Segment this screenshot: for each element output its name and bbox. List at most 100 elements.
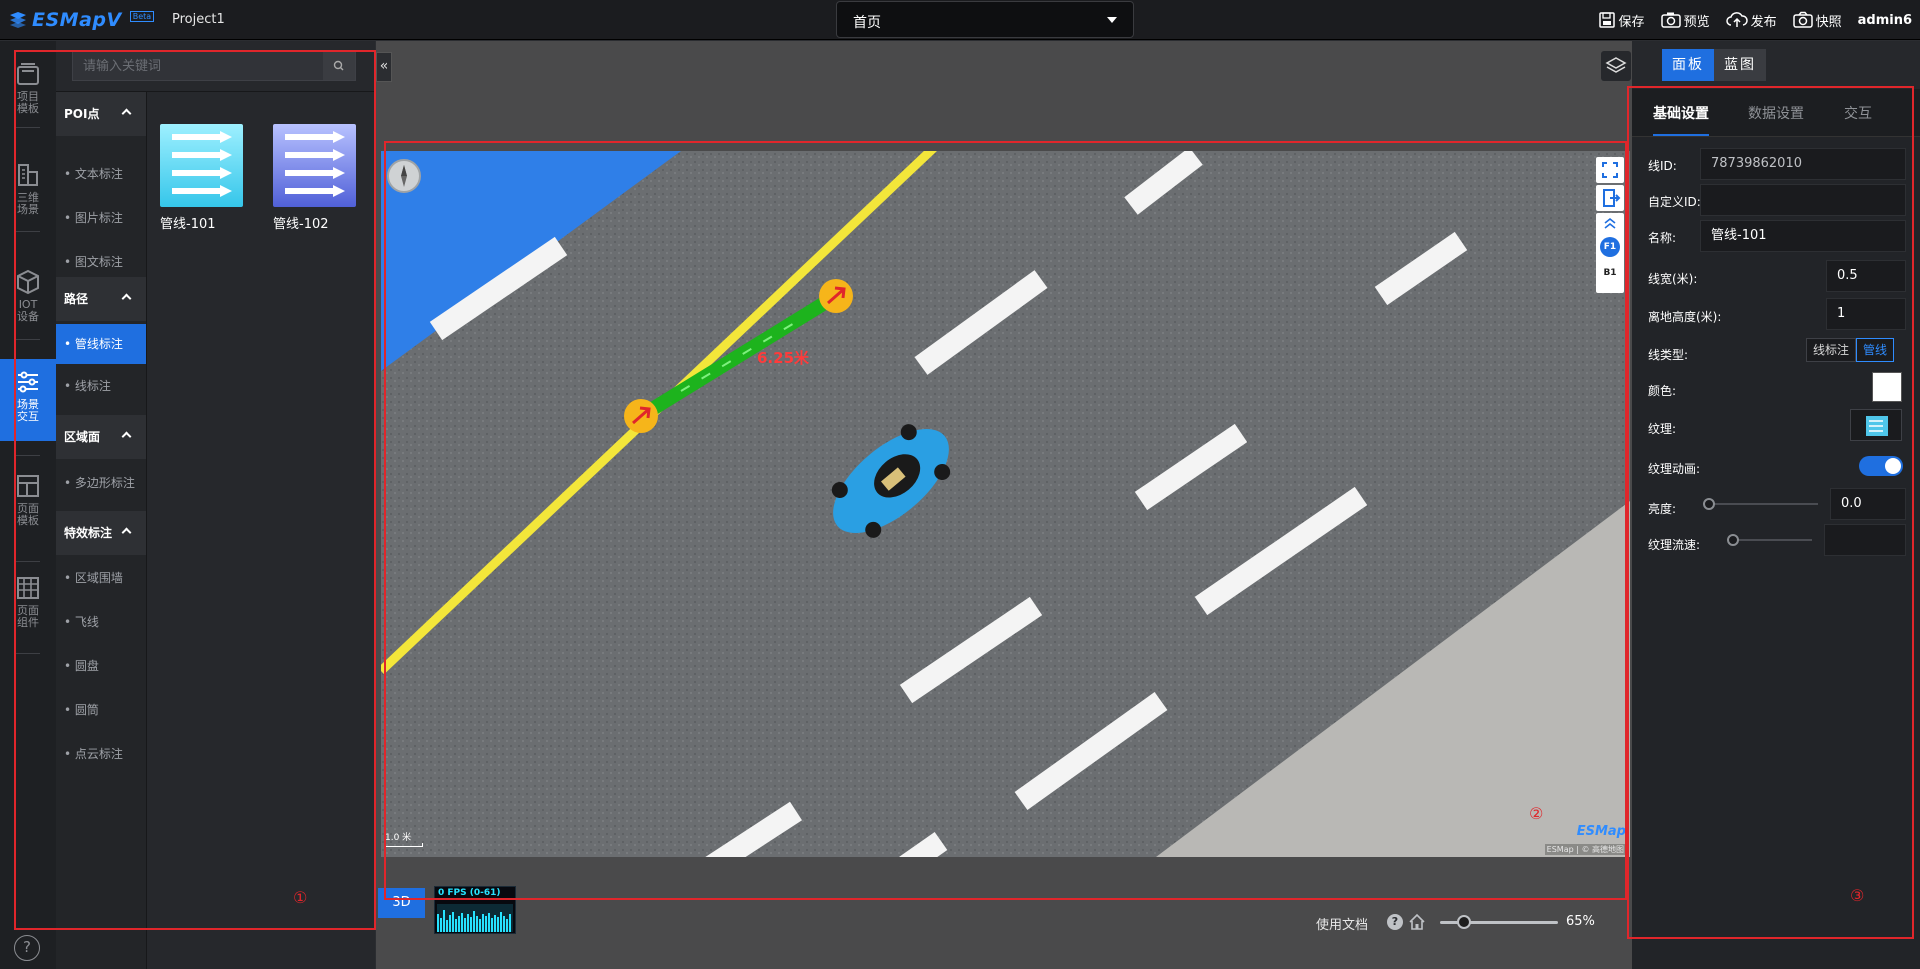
category-item-area-wall[interactable]: • 区域围墙 bbox=[56, 558, 146, 598]
name-field[interactable]: 管线-101 bbox=[1700, 220, 1906, 252]
height-field[interactable]: 1 bbox=[1826, 298, 1906, 330]
fullscreen-button[interactable] bbox=[1596, 157, 1624, 183]
snapshot-button[interactable]: 快照 bbox=[1792, 11, 1842, 30]
texture-anim-toggle[interactable] bbox=[1859, 456, 1903, 476]
category-item-label: 图片标注 bbox=[74, 211, 123, 225]
category-item-flyline[interactable]: • 飞线 bbox=[56, 602, 146, 642]
annotation-number-1: ① bbox=[293, 888, 308, 907]
category-header-poi[interactable]: POI点 bbox=[56, 92, 146, 136]
asset-card-pipeline-102[interactable]: 管线-102 bbox=[273, 124, 359, 232]
layers-button[interactable] bbox=[1601, 51, 1631, 81]
flow-speed-slider-track[interactable] bbox=[1732, 539, 1812, 541]
category-item-disc[interactable]: • 圆盘 bbox=[56, 646, 146, 686]
save-icon bbox=[1598, 12, 1615, 28]
properties-body: 基础设置 数据设置 交互 线ID: 78739862010 自定义ID: 名称:… bbox=[1632, 89, 1920, 969]
camera-icon bbox=[1660, 12, 1681, 28]
height-label: 离地高度(米): bbox=[1648, 310, 1722, 324]
zoom-slider-handle[interactable] bbox=[1456, 915, 1471, 929]
category-item-point-cloud[interactable]: • 点云标注 bbox=[56, 734, 146, 774]
save-button[interactable]: 保存 bbox=[1598, 11, 1645, 30]
iot-device-icon bbox=[17, 269, 39, 295]
category-item-label: 飞线 bbox=[74, 615, 99, 629]
page-template-icon bbox=[17, 475, 39, 497]
line-type-pipeline[interactable]: 管线 bbox=[1856, 338, 1895, 362]
category-item-polygon-label[interactable]: • 多边形标注 bbox=[56, 463, 146, 503]
chevron-up-icon bbox=[121, 527, 132, 538]
floor-f1-button[interactable]: F1 bbox=[1600, 237, 1620, 257]
exit-button[interactable] bbox=[1596, 185, 1624, 211]
rail-label: IOT设备 bbox=[17, 298, 39, 323]
floor-b1-button[interactable]: B1 bbox=[1600, 263, 1620, 283]
user-menu[interactable]: admin6 bbox=[1858, 13, 1912, 28]
compass-icon[interactable] bbox=[387, 159, 421, 193]
category-item-label: 文本标注 bbox=[74, 167, 123, 181]
color-swatch[interactable] bbox=[1872, 372, 1902, 402]
publish-button[interactable]: 发布 bbox=[1725, 11, 1777, 30]
chevron-up-double-icon[interactable] bbox=[1596, 213, 1624, 233]
help-icon[interactable]: ? bbox=[1387, 914, 1403, 930]
scale-label: 1.0 米 bbox=[385, 833, 412, 843]
search-input[interactable] bbox=[73, 52, 323, 80]
collapse-panel-button[interactable]: « bbox=[376, 52, 392, 82]
home-icon[interactable] bbox=[1408, 913, 1426, 931]
line-type-line-label[interactable]: 线标注 bbox=[1806, 338, 1857, 362]
tab-basic-settings[interactable]: 基础设置 bbox=[1653, 103, 1709, 136]
tab-panel[interactable]: 面板 bbox=[1662, 49, 1714, 81]
search-button[interactable] bbox=[323, 52, 355, 80]
brightness-slider-track[interactable] bbox=[1708, 503, 1818, 505]
rail-item-project-template[interactable]: 项目模板 bbox=[0, 51, 56, 125]
app-logo[interactable]: ESMapV Beta bbox=[8, 9, 155, 31]
brightness-field[interactable]: 0.0 bbox=[1830, 488, 1906, 520]
asset-card-pipeline-101[interactable]: 管线-101 bbox=[160, 124, 246, 232]
texture-picker[interactable] bbox=[1850, 409, 1902, 441]
top-bar: ESMapV Beta Project1 首页 保存 预览 发布 快照 admi… bbox=[0, 0, 1920, 40]
category-item-pipeline-label[interactable]: • 管线标注 bbox=[56, 324, 146, 364]
chevron-up-icon bbox=[121, 108, 132, 119]
tab-data-settings[interactable]: 数据设置 bbox=[1748, 103, 1804, 123]
3d-scene-canvas[interactable]: F1 B1 6.25米 1.0 米 ESMap ESMap | © 高德地图 bbox=[381, 151, 1630, 857]
category-header-effects[interactable]: 特效标注 bbox=[56, 511, 146, 555]
category-item-image-label[interactable]: • 图片标注 bbox=[56, 198, 146, 238]
line-width-field[interactable]: 0.5 bbox=[1826, 260, 1906, 292]
3d-mode-button[interactable]: 3D bbox=[378, 888, 425, 918]
line-type-toggle: 线标注 管线 bbox=[1806, 338, 1895, 362]
preview-button[interactable]: 预览 bbox=[1660, 11, 1710, 30]
asset-name: 管线-102 bbox=[273, 217, 329, 232]
page-select[interactable]: 首页 bbox=[836, 1, 1134, 38]
rail-divider bbox=[16, 127, 40, 128]
rail-item-3d-scene[interactable]: 三维场景 bbox=[0, 152, 56, 226]
category-item-image-text-label[interactable]: • 图文标注 bbox=[56, 242, 146, 282]
rail-divider bbox=[16, 455, 40, 456]
tab-interaction[interactable]: 交互 bbox=[1844, 103, 1872, 123]
snapshot-icon bbox=[1792, 11, 1813, 28]
help-icon[interactable]: ? bbox=[14, 935, 40, 961]
rail-divider bbox=[16, 561, 40, 562]
rail-item-page-template[interactable]: 页面模板 bbox=[0, 463, 56, 537]
flow-speed-slider-handle[interactable] bbox=[1727, 534, 1739, 546]
line-id-field[interactable]: 78739862010 bbox=[1700, 148, 1906, 180]
category-item-label: 线标注 bbox=[74, 379, 111, 393]
line-id-label: 线ID: bbox=[1648, 159, 1677, 173]
flow-speed-field[interactable] bbox=[1824, 524, 1906, 556]
layers-icon bbox=[1605, 57, 1627, 73]
category-item-label: 管线标注 bbox=[74, 337, 123, 351]
road-scene bbox=[381, 151, 1630, 857]
category-header-area[interactable]: 区域面 bbox=[56, 415, 146, 459]
rail-item-page-component[interactable]: 页面组件 bbox=[0, 565, 56, 639]
project-name[interactable]: Project1 bbox=[172, 12, 225, 27]
brightness-slider-handle[interactable] bbox=[1703, 498, 1715, 510]
category-item-cylinder[interactable]: • 圆筒 bbox=[56, 690, 146, 730]
snapshot-label: 快照 bbox=[1815, 14, 1842, 30]
rail-item-iot-device[interactable]: IOT设备 bbox=[0, 259, 56, 333]
docs-link[interactable]: 使用文档 bbox=[1316, 914, 1368, 933]
logo-text: ESMapV bbox=[32, 9, 122, 31]
category-item-text-label[interactable]: • 文本标注 bbox=[56, 154, 146, 194]
category-item-line-label[interactable]: • 线标注 bbox=[56, 366, 146, 406]
texture-anim-label: 纹理动画: bbox=[1648, 462, 1701, 476]
custom-id-field[interactable] bbox=[1700, 184, 1906, 216]
tab-blueprint[interactable]: 蓝图 bbox=[1714, 49, 1766, 81]
texture-label: 纹理: bbox=[1648, 422, 1677, 436]
category-header-path[interactable]: 路径 bbox=[56, 277, 146, 321]
custom-id-label: 自定义ID: bbox=[1648, 195, 1701, 209]
rail-item-scene-interaction[interactable]: 场景交互 bbox=[0, 359, 56, 441]
